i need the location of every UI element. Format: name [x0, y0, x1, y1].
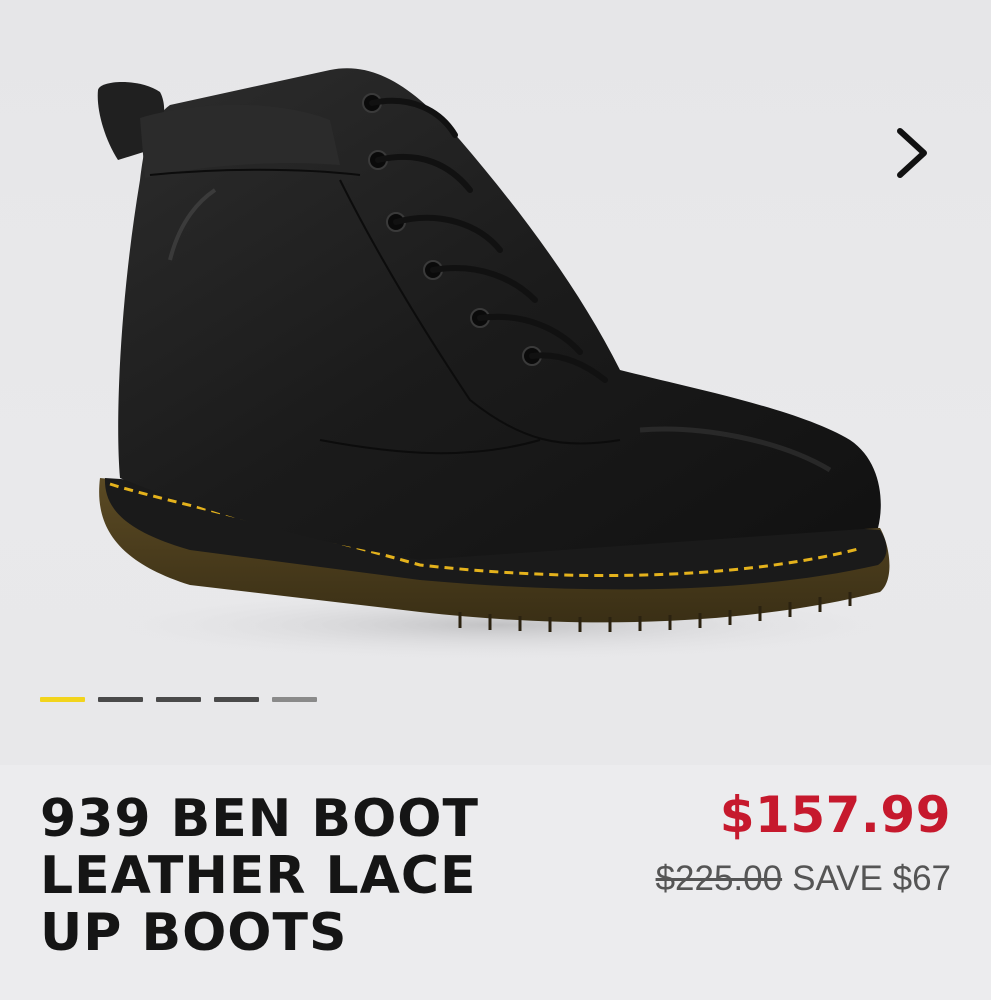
product-title-line: 939 BEN BOOT [40, 789, 479, 849]
carousel-indicator[interactable] [214, 697, 259, 702]
product-image-carousel[interactable] [0, 0, 991, 765]
carousel-indicator[interactable] [272, 697, 317, 702]
product-image [70, 68, 930, 663]
product-title: 939 BEN BOOT LEATHER LACE UP BOOTS [40, 791, 560, 962]
price-comparison: $225.00 SAVE $67 [656, 858, 951, 900]
sale-price: $157.99 [719, 786, 951, 844]
next-image-button[interactable] [880, 118, 944, 188]
chevron-right-icon [897, 128, 927, 178]
product-title-line: LEATHER LACE [40, 846, 477, 906]
product-title-line: UP BOOTS [40, 903, 348, 963]
carousel-indicators [40, 697, 317, 702]
carousel-indicator[interactable] [156, 697, 201, 702]
carousel-indicator[interactable] [40, 697, 85, 702]
carousel-indicator[interactable] [98, 697, 143, 702]
original-price: $225.00 [655, 859, 783, 898]
product-page: 939 BEN BOOT LEATHER LACE UP BOOTS $157.… [0, 0, 991, 1000]
savings-label: SAVE $67 [792, 859, 951, 898]
product-info: 939 BEN BOOT LEATHER LACE UP BOOTS $157.… [0, 765, 991, 1000]
